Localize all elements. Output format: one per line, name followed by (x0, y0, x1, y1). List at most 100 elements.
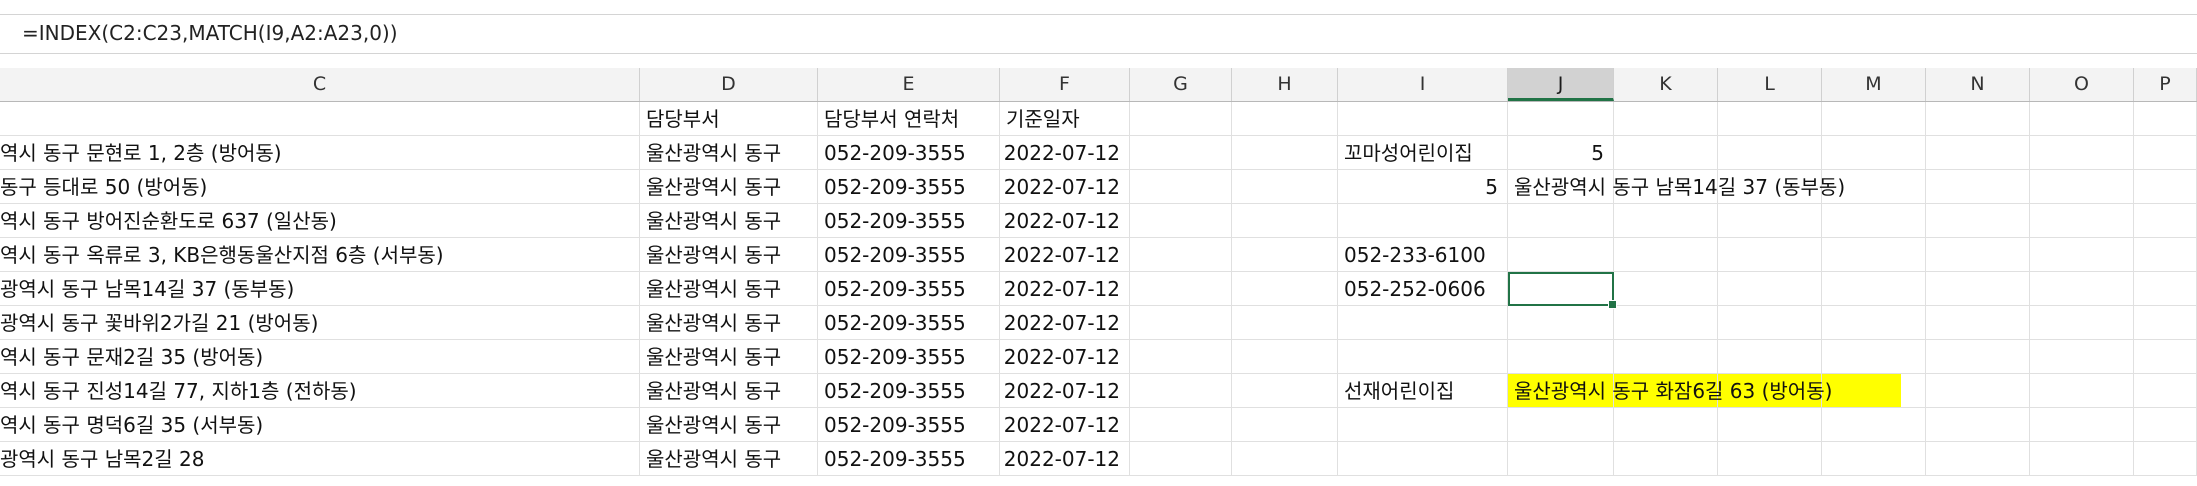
column-header-g[interactable]: G (1130, 68, 1232, 101)
cell-k-4[interactable] (1614, 204, 1718, 238)
column-header-o[interactable]: O (2030, 68, 2134, 101)
cell-k-2[interactable] (1614, 136, 1718, 170)
cell-j-8[interactable] (1508, 340, 1614, 374)
cell-l-2[interactable] (1718, 136, 1822, 170)
cell-h-3[interactable] (1232, 170, 1338, 204)
cell-j-1[interactable] (1508, 102, 1614, 136)
cell-l-7[interactable] (1718, 306, 1822, 340)
cell-i-7[interactable] (1338, 306, 1508, 340)
column-header-j[interactable]: J (1508, 68, 1614, 101)
cell-p-5[interactable] (2134, 238, 2197, 272)
cell-p-8[interactable] (2134, 340, 2197, 374)
cell-o-6[interactable] (2030, 272, 2134, 306)
cell-g-10[interactable] (1130, 408, 1232, 442)
cell-m-6[interactable] (1822, 272, 1926, 306)
cell-l-1[interactable] (1718, 102, 1822, 136)
cell-m-4[interactable] (1822, 204, 1926, 238)
cell-l-5[interactable] (1718, 238, 1822, 272)
cell-j-10[interactable] (1508, 408, 1614, 442)
cell-p-2[interactable] (2134, 136, 2197, 170)
column-header-h[interactable]: H (1232, 68, 1338, 101)
cell-l-8[interactable] (1718, 340, 1822, 374)
cell-h-5[interactable] (1232, 238, 1338, 272)
cell-k-5[interactable] (1614, 238, 1718, 272)
cell-i-4[interactable] (1338, 204, 1508, 238)
cell-i-10[interactable] (1338, 408, 1508, 442)
cell-h-11[interactable] (1232, 442, 1338, 476)
cell-l-4[interactable] (1718, 204, 1822, 238)
cell-n-5[interactable] (1926, 238, 2030, 272)
cell-o-7[interactable] (2030, 306, 2134, 340)
cell-h-8[interactable] (1232, 340, 1338, 374)
cell-p-4[interactable] (2134, 204, 2197, 238)
cell-n-2[interactable] (1926, 136, 2030, 170)
cell-o-5[interactable] (2030, 238, 2134, 272)
cell-m-9[interactable] (1822, 374, 1926, 408)
cell-n-4[interactable] (1926, 204, 2030, 238)
cell-o-9[interactable] (2030, 374, 2134, 408)
cell-n-11[interactable] (1926, 442, 2030, 476)
cell-i-8[interactable] (1338, 340, 1508, 374)
cell-m-2[interactable] (1822, 136, 1926, 170)
cell-o-8[interactable] (2030, 340, 2134, 374)
cell-m-10[interactable] (1822, 408, 1926, 442)
cell-n-9[interactable] (1926, 374, 2030, 408)
cell-l-10[interactable] (1718, 408, 1822, 442)
cell-k-10[interactable] (1614, 408, 1718, 442)
cell-p-1[interactable] (2134, 102, 2197, 136)
cell-h-7[interactable] (1232, 306, 1338, 340)
cell-h-9[interactable] (1232, 374, 1338, 408)
cell-m-5[interactable] (1822, 238, 1926, 272)
cell-o-1[interactable] (2030, 102, 2134, 136)
column-header-i[interactable]: I (1338, 68, 1508, 101)
cell-j-7[interactable] (1508, 306, 1614, 340)
cell-p-9[interactable] (2134, 374, 2197, 408)
cell-g-9[interactable] (1130, 374, 1232, 408)
cell-g-7[interactable] (1130, 306, 1232, 340)
cell-p-10[interactable] (2134, 408, 2197, 442)
cell-h-1[interactable] (1232, 102, 1338, 136)
column-header-p[interactable]: P (2134, 68, 2197, 101)
cell-g-2[interactable] (1130, 136, 1232, 170)
column-header-l[interactable]: L (1718, 68, 1822, 101)
spreadsheet-grid[interactable]: 담당부서 담당부서 연락처 기준일자 역시 동구 문현로 1, 2층 (방어동) 울산광… (0, 102, 2197, 486)
cell-k-7[interactable] (1614, 306, 1718, 340)
cell-p-11[interactable] (2134, 442, 2197, 476)
column-header-n[interactable]: N (1926, 68, 2030, 101)
cell-l-6[interactable] (1718, 272, 1822, 306)
cell-k-6[interactable] (1614, 272, 1718, 306)
cell-n-6[interactable] (1926, 272, 2030, 306)
cell-g-6[interactable] (1130, 272, 1232, 306)
cell-g-3[interactable] (1130, 170, 1232, 204)
cell-p-7[interactable] (2134, 306, 2197, 340)
column-header-d[interactable]: D (640, 68, 818, 101)
cell-c-1[interactable] (0, 102, 640, 136)
formula-input[interactable]: =INDEX(C2:C23,MATCH(I9,A2:A23,0)) (0, 14, 2197, 54)
cell-n-8[interactable] (1926, 340, 2030, 374)
cell-i-11[interactable] (1338, 442, 1508, 476)
column-header-f[interactable]: F (1000, 68, 1130, 101)
cell-k-8[interactable] (1614, 340, 1718, 374)
cell-p-6[interactable] (2134, 272, 2197, 306)
fill-handle[interactable] (1608, 300, 1617, 309)
column-header-k[interactable]: K (1614, 68, 1718, 101)
cell-j-5[interactable] (1508, 238, 1614, 272)
cell-g-4[interactable] (1130, 204, 1232, 238)
cell-m-1[interactable] (1822, 102, 1926, 136)
cell-g-11[interactable] (1130, 442, 1232, 476)
column-header-c[interactable]: C (0, 68, 640, 101)
cell-g-8[interactable] (1130, 340, 1232, 374)
cell-p-3[interactable] (2134, 170, 2197, 204)
cell-o-10[interactable] (2030, 408, 2134, 442)
cell-o-11[interactable] (2030, 442, 2134, 476)
cell-m-8[interactable] (1822, 340, 1926, 374)
cell-h-2[interactable] (1232, 136, 1338, 170)
column-header-m[interactable]: M (1822, 68, 1926, 101)
cell-k-1[interactable] (1614, 102, 1718, 136)
cell-o-2[interactable] (2030, 136, 2134, 170)
cell-o-4[interactable] (2030, 204, 2134, 238)
cell-l-11[interactable] (1718, 442, 1822, 476)
cell-n-7[interactable] (1926, 306, 2030, 340)
cell-h-10[interactable] (1232, 408, 1338, 442)
cell-j-4[interactable] (1508, 204, 1614, 238)
